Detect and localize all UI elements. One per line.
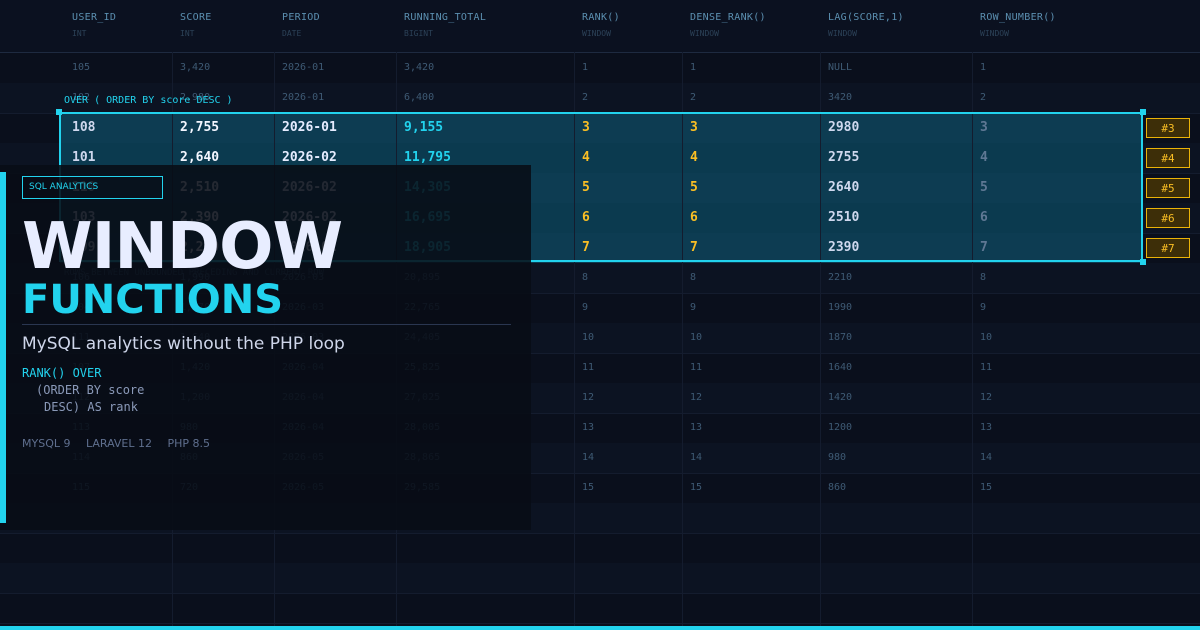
column-name: USER_ID [72, 12, 117, 23]
table-cell: 9 [980, 302, 987, 313]
table-cell: NULL [828, 62, 853, 73]
table-cell: 10 [690, 332, 703, 343]
column-header-1[interactable]: USER_ID INT [72, 12, 116, 38]
table-cell: 14 [690, 452, 703, 463]
bottom-accent-bar [0, 626, 1200, 630]
column-header-4[interactable]: RUNNING_TOTAL BIGINT [404, 12, 486, 38]
column-type: INT [180, 29, 195, 38]
table-cell: 1640 [828, 362, 853, 373]
table-row[interactable]: 105 3,420 2026-01 3,420 1 1 NULL 1 [0, 53, 1200, 84]
column-type: WINDOW [690, 29, 719, 38]
table-cell: 1 [690, 62, 697, 73]
frame-handle-tl[interactable] [56, 109, 62, 115]
table-cell: 2026-01 [282, 92, 325, 103]
rank-tag: #4 [1146, 148, 1190, 168]
table-cell: 2210 [828, 272, 853, 283]
title-line-2: FUNCTIONS [22, 277, 284, 323]
column-name: PERIOD [282, 12, 320, 23]
category-badge: SQL ANALYTICS [22, 176, 163, 199]
table-cell: 1420 [828, 392, 853, 403]
table-cell: 12 [582, 392, 595, 403]
column-header-5[interactable]: RANK() WINDOW [582, 12, 620, 38]
table-cell: 1200 [828, 422, 853, 433]
table-cell: 2 [980, 92, 987, 103]
grid-header: USER_ID INT SCORE INT PERIOD DATE RUNNING_TOTA… [0, 0, 1200, 53]
table-cell: 1870 [828, 332, 853, 343]
column-name: RUNNING_TOTAL [404, 12, 487, 23]
table-cell: 2 [690, 92, 697, 103]
column-header-6[interactable]: DENSE_RANK() WINDOW [690, 12, 766, 38]
table-cell: 1990 [828, 302, 853, 313]
stack-item-php: PHP 8.5 [167, 437, 211, 450]
title-line-1: WINDOW [22, 210, 343, 284]
table-cell: 9 [690, 302, 697, 313]
table-cell: 8 [690, 272, 697, 283]
panel-accent-bar [0, 172, 6, 523]
table-row[interactable] [0, 563, 1200, 594]
code-snippet: RANK() OVER (ORDER BY score DESC) AS ran… [22, 365, 144, 416]
column-type: WINDOW [582, 29, 611, 38]
table-cell: 105 [72, 62, 91, 73]
table-cell: 9 [582, 302, 589, 313]
column-header-2[interactable]: SCORE INT [180, 12, 212, 38]
table-cell: 14 [980, 452, 993, 463]
rank-tag: #7 [1146, 238, 1190, 258]
subtitle: MySQL analytics without the PHP loop [22, 334, 345, 354]
table-cell: 6,400 [404, 92, 435, 103]
table-cell: 11 [690, 362, 703, 373]
frame-handle-tr[interactable] [1140, 109, 1146, 115]
rank-tag: #5 [1146, 178, 1190, 198]
column-name: SCORE [180, 12, 212, 23]
table-cell: 14 [582, 452, 595, 463]
rank-tag: #6 [1146, 208, 1190, 228]
column-type: WINDOW [828, 29, 857, 38]
table-cell: 15 [980, 482, 993, 493]
rank-tag: #3 [1146, 118, 1190, 138]
table-cell: 3420 [828, 92, 853, 103]
table-cell: 8 [980, 272, 987, 283]
table-cell: 11 [980, 362, 993, 373]
table-row[interactable] [0, 533, 1200, 564]
table-cell: 13 [582, 422, 595, 433]
stack-item-laravel: LARAVEL 12 [85, 437, 153, 450]
table-cell: 860 [828, 482, 847, 493]
table-cell: 15 [690, 482, 703, 493]
title-divider [22, 324, 511, 325]
column-type: WINDOW [980, 29, 1009, 38]
column-name: LAG(SCORE,1) [828, 12, 904, 23]
code-line-1: RANK() OVER [22, 366, 102, 380]
column-name: DENSE_RANK() [690, 12, 766, 23]
table-cell: 12 [980, 392, 993, 403]
table-cell: 10 [980, 332, 993, 343]
table-cell: 12 [690, 392, 703, 403]
table-cell: 11 [582, 362, 595, 373]
table-cell: 13 [980, 422, 993, 433]
code-line-3: DESC) AS rank [44, 400, 138, 414]
table-cell: 10 [582, 332, 595, 343]
column-type: INT [72, 29, 87, 38]
column-type: BIGINT [404, 29, 433, 38]
table-cell: 8 [582, 272, 589, 283]
code-line-2: (ORDER BY score [36, 383, 145, 397]
table-cell: 13 [690, 422, 703, 433]
frame-handle-br[interactable] [1140, 259, 1146, 265]
column-type: DATE [282, 29, 302, 38]
over-clause-label: OVER ( ORDER BY score DESC ) [64, 95, 233, 106]
table-row[interactable] [0, 593, 1200, 624]
table-cell: 1 [582, 62, 589, 73]
column-header-3[interactable]: PERIOD DATE [282, 12, 320, 38]
tech-stack: MYSQL 9 LARAVEL 12 PHP 8.5 [22, 437, 222, 450]
table-cell: 980 [828, 452, 847, 463]
column-header-8[interactable]: ROW_NUMBER() WINDOW [980, 12, 1056, 38]
column-name: RANK() [582, 12, 620, 23]
table-cell: 3,420 [180, 62, 211, 73]
column-name: ROW_NUMBER() [980, 12, 1056, 23]
column-header-7[interactable]: LAG(SCORE,1) WINDOW [828, 12, 904, 38]
table-cell: 2 [582, 92, 589, 103]
stack-item-mysql: MYSQL 9 [22, 437, 71, 450]
table-cell: 15 [582, 482, 595, 493]
table-cell: 1 [980, 62, 987, 73]
table-cell: 3,420 [404, 62, 435, 73]
table-cell: 2026-01 [282, 62, 325, 73]
